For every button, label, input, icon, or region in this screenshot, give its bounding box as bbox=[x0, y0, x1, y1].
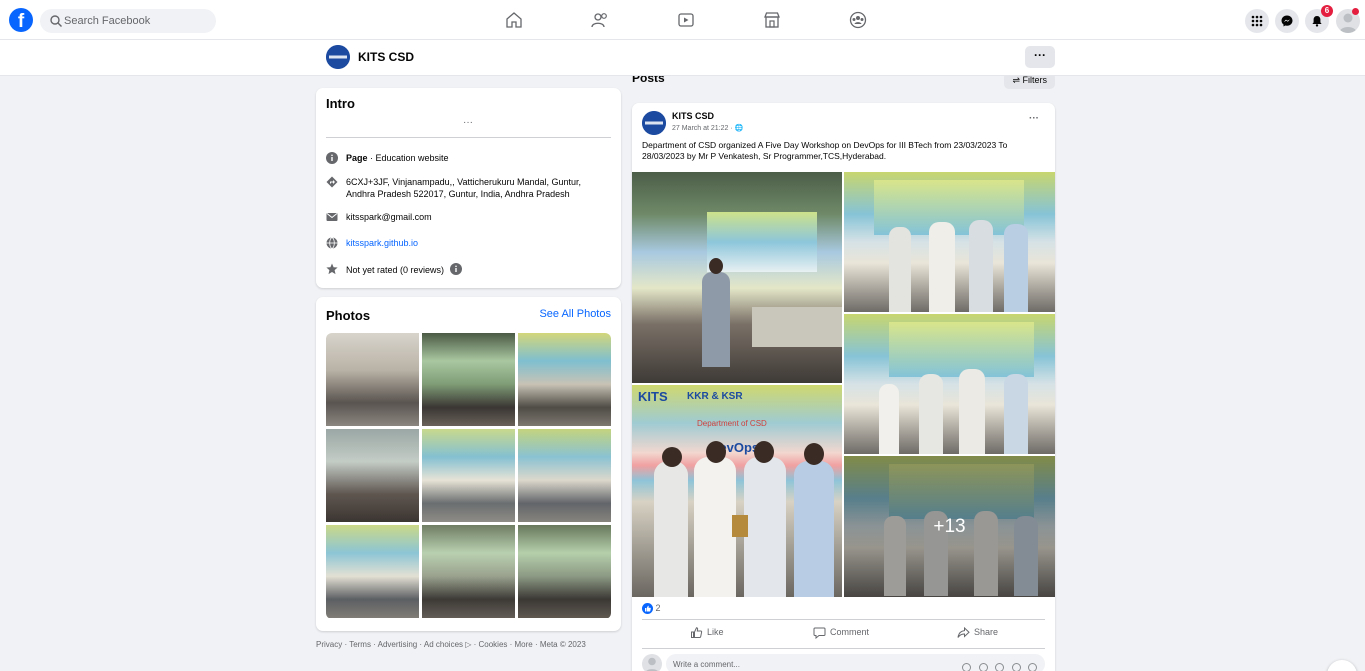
emoji-icon[interactable] bbox=[978, 663, 988, 671]
post-photo[interactable]: +13 bbox=[844, 456, 1055, 597]
banner-kkr: KKR & KSR bbox=[687, 391, 743, 402]
info-icon bbox=[326, 152, 338, 164]
post-photo[interactable]: KITS KKR & KSR Department of CSD DevOps bbox=[632, 385, 842, 597]
notification-badge: 6 bbox=[1321, 5, 1333, 17]
marketplace-icon[interactable] bbox=[763, 11, 781, 29]
banner-department: Department of CSD bbox=[697, 419, 767, 428]
groups-icon[interactable] bbox=[849, 11, 867, 29]
reaction-summary[interactable]: 2 bbox=[642, 603, 661, 615]
photo-thumbnail[interactable] bbox=[326, 429, 419, 522]
post-author-name[interactable]: KITS CSD bbox=[672, 111, 714, 121]
website-link[interactable]: kitsspark.github.io bbox=[346, 237, 611, 249]
messenger-button[interactable] bbox=[1275, 9, 1299, 33]
post-text: Department of CSD organized A Five Day W… bbox=[642, 140, 1008, 161]
page-more-button[interactable]: ··· bbox=[1025, 46, 1055, 68]
like-label: Like bbox=[707, 626, 724, 637]
divider bbox=[326, 137, 611, 138]
photo-thumbnail[interactable] bbox=[422, 525, 515, 618]
search-icon bbox=[50, 15, 62, 27]
post-photo[interactable] bbox=[632, 172, 842, 383]
photo-thumbnail[interactable] bbox=[326, 525, 419, 618]
see-all-photos-link[interactable]: See All Photos bbox=[539, 308, 611, 320]
comment-tools bbox=[959, 659, 1037, 671]
intro-more-button[interactable]: ··· bbox=[463, 117, 473, 128]
post-author-avatar[interactable] bbox=[642, 111, 666, 135]
photo-grid bbox=[326, 333, 611, 619]
status-dot bbox=[1352, 8, 1359, 15]
page-avatar[interactable] bbox=[326, 45, 350, 69]
comment-button[interactable]: Comment bbox=[813, 626, 870, 640]
category-label: Page bbox=[346, 153, 368, 163]
globe-icon bbox=[326, 237, 338, 249]
photo-thumbnail[interactable] bbox=[326, 333, 419, 426]
like-reaction-icon bbox=[642, 603, 653, 615]
post-photo[interactable] bbox=[844, 314, 1055, 454]
directions-icon bbox=[326, 176, 338, 188]
comment-label: Comment bbox=[830, 626, 870, 637]
avatar-sticker-icon[interactable] bbox=[962, 663, 972, 671]
photo-thumbnail[interactable] bbox=[518, 429, 611, 522]
share-button[interactable]: Share bbox=[957, 626, 998, 639]
photo-thumbnail[interactable] bbox=[518, 525, 611, 618]
post-photo[interactable] bbox=[844, 172, 1055, 312]
divider bbox=[642, 619, 1045, 620]
reaction-count: 2 bbox=[655, 603, 661, 613]
post-image-collage: +13 KITS KKR & KSR Department of CSD Dev… bbox=[632, 172, 1055, 597]
camera-icon[interactable] bbox=[995, 663, 1005, 671]
post-timestamp[interactable]: 27 March at 21:22 · 🌐 bbox=[672, 124, 743, 132]
rating-info-icon[interactable] bbox=[449, 263, 462, 275]
friends-icon[interactable] bbox=[591, 11, 609, 29]
star-icon bbox=[326, 263, 338, 275]
new-message-button[interactable] bbox=[1327, 660, 1357, 671]
search-input[interactable] bbox=[64, 9, 212, 33]
post-card: KITS CSD 27 March at 21:22 · 🌐 ··· Depar… bbox=[632, 103, 1055, 671]
email-text[interactable]: kitsspark@gmail.com bbox=[346, 211, 611, 223]
page-logo-icon bbox=[326, 45, 350, 69]
thumbs-up-icon bbox=[691, 627, 703, 638]
share-icon bbox=[957, 626, 970, 638]
banner-kits: KITS bbox=[638, 389, 668, 404]
home-icon[interactable] bbox=[505, 11, 523, 29]
post-more-button[interactable]: ··· bbox=[1029, 113, 1039, 124]
default-avatar-icon bbox=[646, 657, 658, 671]
video-icon[interactable] bbox=[677, 11, 695, 29]
photo-thumbnail[interactable] bbox=[422, 333, 515, 426]
bell-icon bbox=[1312, 16, 1322, 27]
search-box[interactable] bbox=[40, 9, 216, 33]
more-photos-overlay[interactable]: +13 bbox=[844, 456, 1055, 597]
intro-card: Intro ··· Page · Education website 6CXJ+… bbox=[316, 88, 621, 288]
grid-menu-icon bbox=[1251, 15, 1263, 27]
facebook-logo[interactable]: f bbox=[9, 8, 33, 32]
photos-title: Photos bbox=[326, 308, 371, 323]
rating-text: Not yet rated (0 reviews) bbox=[346, 265, 445, 275]
photo-thumbnail[interactable] bbox=[518, 333, 611, 426]
page-logo-icon bbox=[642, 111, 666, 135]
footer-links[interactable]: Privacy · Terms · Advertising · Ad choic… bbox=[316, 640, 621, 649]
email-icon bbox=[326, 213, 338, 221]
intro-title: Intro bbox=[326, 96, 355, 111]
share-label: Share bbox=[974, 626, 999, 637]
divider bbox=[642, 648, 1045, 649]
comment-box[interactable] bbox=[666, 654, 1045, 671]
gif-icon[interactable] bbox=[1011, 663, 1021, 671]
photos-card: Photos See All Photos bbox=[316, 297, 621, 631]
messenger-icon bbox=[1281, 15, 1293, 27]
address-text: 6CXJ+3JF, Vinjanampadu,, Vatticherukuru … bbox=[346, 177, 582, 199]
top-navigation-bar: f 6 bbox=[0, 0, 1365, 40]
commenter-avatar[interactable] bbox=[642, 654, 662, 671]
comment-icon bbox=[813, 627, 826, 640]
menu-button[interactable] bbox=[1245, 9, 1269, 33]
sticker-icon[interactable] bbox=[1028, 663, 1037, 671]
page-header-bar: KITS CSD ··· bbox=[0, 40, 1365, 76]
like-button[interactable]: Like bbox=[690, 626, 724, 639]
page-name[interactable]: KITS CSD bbox=[358, 50, 414, 64]
comment-input[interactable] bbox=[673, 654, 933, 671]
category-value: · Education website bbox=[367, 153, 449, 163]
photo-thumbnail[interactable] bbox=[422, 429, 515, 522]
